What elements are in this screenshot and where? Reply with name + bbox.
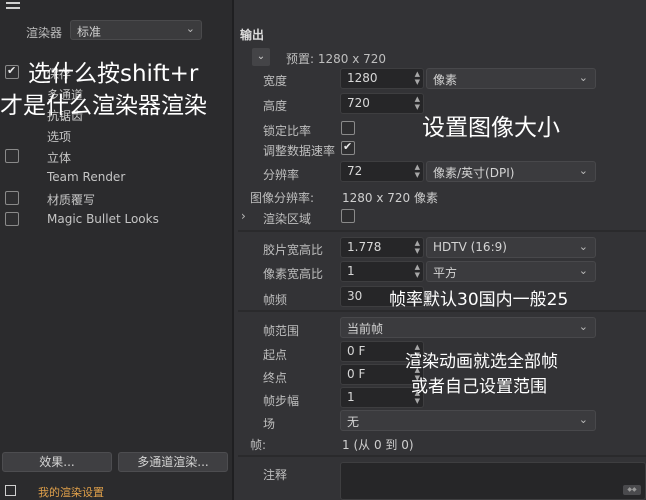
frame-range-value: 当前帧 [347, 322, 384, 336]
annotation-shift-r: 选什么按shift+r [28, 61, 199, 87]
image-resolution-label: 图像分辨率: [250, 191, 315, 205]
resolution-value: 72 [347, 164, 363, 178]
height-input[interactable]: 720 ▲ ▼ [340, 93, 424, 114]
film-aspect-input[interactable]: 1.778 ▲ ▼ [340, 237, 424, 258]
film-aspect-value: 1.778 [347, 240, 382, 254]
resolution-input[interactable]: 72 ▲ ▼ [340, 161, 424, 182]
start-label: 起点 [263, 348, 288, 362]
chevron-right-icon[interactable]: › [241, 209, 246, 223]
film-aspect-select[interactable]: HDTV (16:9) ⌄ [426, 237, 596, 258]
fps-value: 30 [347, 289, 363, 303]
sidebar-item-checkbox[interactable] [5, 149, 19, 163]
spin-arrows-icon[interactable]: ▲ ▼ [415, 95, 420, 111]
section-title: 输出 [240, 28, 265, 42]
sidebar-item-checkbox[interactable] [5, 212, 19, 226]
annotation-image-size: 设置图像大小 [422, 115, 560, 141]
sidebar-item[interactable]: 选项 [0, 125, 232, 145]
render-setting-icon [5, 485, 16, 496]
sidebar-item-label: 选项 [47, 130, 72, 144]
chevron-down-icon: ⌄ [578, 413, 588, 426]
height-value: 720 [347, 96, 370, 110]
width-input[interactable]: 1280 ▲ ▼ [340, 68, 424, 89]
image-resolution-value: 1280 x 720 像素 [342, 191, 438, 205]
renderer-select[interactable]: 标准 ⌄ [70, 20, 202, 40]
resize-handle-icon[interactable]: ◆◆ [623, 485, 641, 495]
render-region-checkbox[interactable] [341, 209, 355, 223]
frame-range-select[interactable]: 当前帧 ⌄ [340, 317, 596, 338]
multipass-render-button[interactable]: 多通道渲染... [118, 452, 228, 472]
adjust-rate-checkbox[interactable] [341, 140, 355, 155]
sidebar-item[interactable]: 材质覆写 [0, 188, 232, 208]
hamburger-menu-icon[interactable] [6, 2, 20, 14]
chevron-down-icon: ⌄ [578, 164, 588, 177]
sidebar-item[interactable]: Team Render [0, 167, 232, 187]
width-unit: 像素 [433, 73, 458, 87]
preset-collapse-icon[interactable]: ⌄ [252, 48, 270, 66]
annotation-frame-rate: 帧率默认30国内一般25 [389, 290, 569, 310]
adjust-rate-label: 调整数据速率 [263, 144, 336, 158]
spin-arrows-icon[interactable]: ▲ ▼ [415, 263, 420, 279]
width-value: 1280 [347, 71, 378, 85]
resolution-label: 分辨率 [263, 168, 300, 182]
sidebar-item[interactable]: 立体 [0, 146, 232, 166]
annotation-animation-all-frames: 渲染动画就选全部帧 [405, 352, 558, 372]
annotation-renderer: 才是什么渲染器渲染 [0, 93, 207, 119]
renderer-label: 渲染器 [26, 26, 63, 40]
preset-label[interactable]: 预置: 1280 x 720 [286, 50, 386, 67]
sidebar-item[interactable]: Magic Bullet Looks [0, 209, 232, 229]
chevron-down-icon: ⌄ [578, 264, 588, 277]
lock-ratio-checkbox[interactable] [341, 121, 355, 135]
frame-range-label: 帧范围 [263, 324, 300, 338]
film-aspect-preset: HDTV (16:9) [433, 240, 507, 254]
pixel-aspect-label: 像素宽高比 [263, 267, 324, 281]
sidebar-item-label: Team Render [47, 170, 126, 184]
notes-textarea[interactable]: ◆◆ [340, 462, 646, 500]
width-unit-select[interactable]: 像素 ⌄ [426, 68, 596, 89]
resolution-unit: 像素/英寸(DPI) [433, 166, 515, 180]
pixel-aspect-input[interactable]: 1 ▲ ▼ [340, 261, 424, 282]
render-setting-item[interactable]: 我的渲染设置 [0, 482, 232, 500]
sidebar-item-checkbox[interactable] [5, 191, 19, 205]
pixel-aspect-value: 1 [347, 264, 355, 278]
chevron-down-icon: ⌄ [578, 320, 588, 333]
spin-arrows-icon[interactable]: ▲ ▼ [415, 163, 420, 179]
field-select[interactable]: 无 ⌄ [340, 410, 596, 431]
frame-step-value: 1 [347, 390, 355, 404]
frames-label: 帧: [250, 438, 267, 452]
output-settings-panel: 输出 ⌄ 预置: 1280 x 720 宽度 1280 ▲ ▼ 像素 ⌄ 高度 7… [234, 0, 646, 500]
chevron-down-icon: ⌄ [578, 240, 588, 253]
chevron-down-icon: ⌄ [185, 22, 195, 35]
height-label: 高度 [263, 99, 288, 113]
frames-value: 1 (从 0 到 0) [342, 438, 414, 452]
renderer-value: 标准 [77, 25, 102, 39]
sidebar-item-checkbox[interactable] [5, 64, 19, 79]
notes-label: 注释 [263, 468, 288, 482]
chevron-down-icon: ⌄ [578, 71, 588, 84]
render-setting-name: 我的渲染设置 [38, 486, 104, 499]
fps-label: 帧频 [263, 293, 288, 307]
spin-arrows-icon[interactable]: ▲ ▼ [415, 70, 420, 86]
resolution-unit-select[interactable]: 像素/英寸(DPI) ⌄ [426, 161, 596, 182]
effects-button[interactable]: 效果... [2, 452, 112, 472]
width-label: 宽度 [263, 74, 288, 88]
pixel-aspect-preset: 平方 [433, 266, 458, 280]
sidebar-item-label: Magic Bullet Looks [47, 212, 159, 226]
divider [238, 310, 646, 312]
annotation-custom-range: 或者自己设置范围 [411, 377, 547, 397]
render-region-label: 渲染区域 [263, 212, 312, 226]
field-label: 场 [263, 417, 276, 431]
lock-ratio-label: 锁定比率 [263, 124, 312, 138]
film-aspect-label: 胶片宽高比 [263, 243, 324, 257]
start-value: 0 F [347, 344, 366, 358]
field-value: 无 [347, 415, 360, 429]
sidebar-item-label: 材质覆写 [47, 193, 96, 207]
pixel-aspect-select[interactable]: 平方 ⌄ [426, 261, 596, 282]
divider [238, 455, 646, 457]
end-value: 0 F [347, 367, 366, 381]
frame-step-label: 帧步幅 [263, 394, 300, 408]
divider [238, 230, 646, 232]
sidebar-item-label: 立体 [47, 151, 72, 165]
end-label: 终点 [263, 371, 288, 385]
spin-arrows-icon[interactable]: ▲ ▼ [415, 239, 420, 255]
